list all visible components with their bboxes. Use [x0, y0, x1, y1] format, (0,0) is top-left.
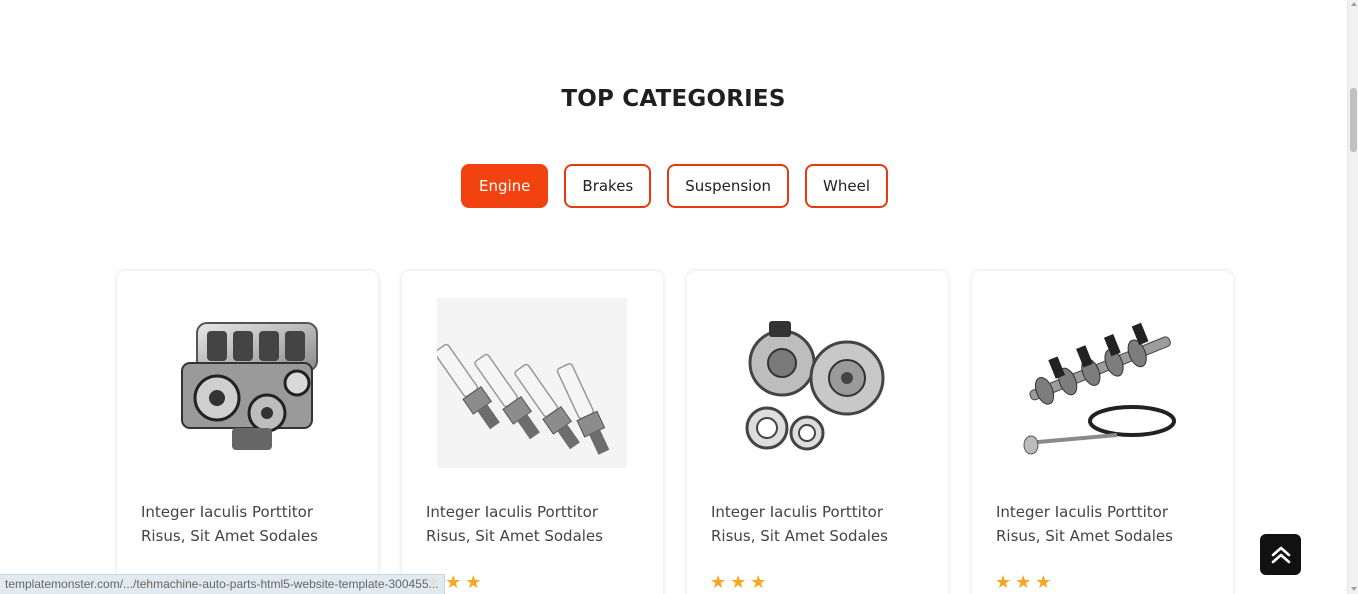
- section-title: TOP CATEGORIES: [561, 86, 786, 112]
- product-title[interactable]: Integer Iaculis Porttitor Risus, Sit Ame…: [141, 500, 356, 548]
- tab-wheel[interactable]: Wheel: [805, 164, 889, 208]
- star-icon: ★: [750, 572, 767, 592]
- engine-image[interactable]: [147, 295, 347, 471]
- product-rating: ★ ★ ★: [995, 573, 1051, 591]
- star-icon: ★: [730, 572, 747, 592]
- product-card[interactable]: Integer Iaculis Porttitor Risus, Sit Ame…: [972, 271, 1233, 594]
- page: TOP CATEGORIES Engine Brakes Suspension …: [0, 0, 1347, 594]
- product-rating: ★ ★ ★: [710, 573, 766, 591]
- star-icon: ★: [710, 572, 727, 592]
- product-card[interactable]: Integer Iaculis Porttitor Risus, Sit Ame…: [687, 271, 948, 594]
- scroll-down-arrow-icon[interactable]: [1351, 587, 1357, 591]
- scrollbar-thumb[interactable]: [1350, 88, 1357, 152]
- scroll-up-arrow-icon[interactable]: [1351, 2, 1357, 6]
- tab-suspension[interactable]: Suspension: [667, 164, 790, 208]
- star-icon: ★: [445, 572, 462, 592]
- double-chevron-up-icon: [1271, 546, 1290, 563]
- star-icon: ★: [1035, 572, 1052, 592]
- star-icon: ★: [465, 572, 482, 592]
- camshaft-kit-image[interactable]: [1002, 295, 1202, 471]
- wheel-hub-bearing-image[interactable]: [717, 295, 917, 471]
- tab-engine[interactable]: Engine: [460, 164, 549, 208]
- browser-status-url: templatemonster.com/.../tehmachine-auto-…: [0, 574, 445, 594]
- product-grid: Integer Iaculis Porttitor Risus, Sit Ame…: [117, 271, 1233, 594]
- scroll-to-top-button[interactable]: [1260, 534, 1301, 575]
- product-title[interactable]: Integer Iaculis Porttitor Risus, Sit Ame…: [711, 500, 926, 548]
- product-title[interactable]: Integer Iaculis Porttitor Risus, Sit Ame…: [996, 500, 1211, 548]
- star-icon: ★: [1015, 572, 1032, 592]
- product-card[interactable]: Integer Iaculis Porttitor Risus, Sit Ame…: [402, 271, 663, 594]
- product-title[interactable]: Integer Iaculis Porttitor Risus, Sit Ame…: [426, 500, 641, 548]
- star-icon: ★: [995, 572, 1012, 592]
- category-tabs: Engine Brakes Suspension Wheel: [0, 164, 1347, 208]
- tab-brakes[interactable]: Brakes: [564, 164, 652, 208]
- spark-plugs-image[interactable]: [432, 295, 632, 471]
- vertical-scrollbar[interactable]: [1347, 0, 1358, 594]
- product-card[interactable]: Integer Iaculis Porttitor Risus, Sit Ame…: [117, 271, 378, 594]
